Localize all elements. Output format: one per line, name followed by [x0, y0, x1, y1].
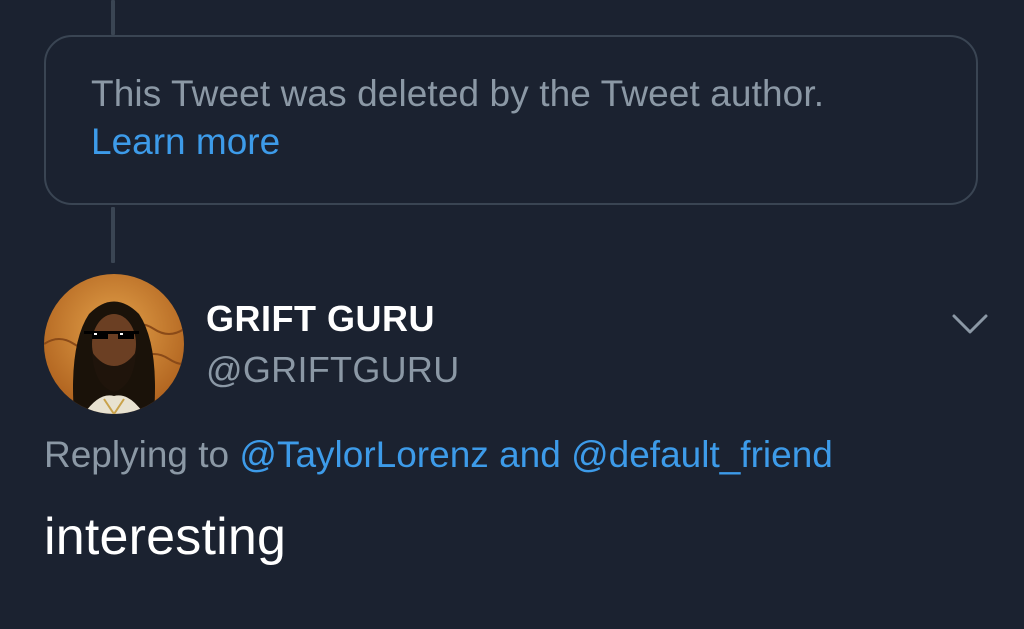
mention-link-taylorlorenz[interactable]: @TaylorLorenz — [239, 434, 488, 475]
display-name[interactable]: GRIFT GURU — [206, 298, 435, 340]
avatar[interactable] — [44, 274, 184, 414]
tweet-text: interesting — [44, 508, 287, 566]
mention-conjunction: and — [499, 434, 561, 475]
chevron-down-icon[interactable] — [948, 310, 992, 338]
replying-to-line: Replying to @TaylorLorenz and @default_f… — [44, 434, 833, 476]
mention-link-default-friend[interactable]: @default_friend — [571, 434, 833, 475]
thread-connector-middle — [111, 207, 115, 263]
deleted-tweet-message: This Tweet was deleted by the Tweet auth… — [91, 73, 825, 114]
replying-prefix: Replying to — [44, 434, 230, 475]
avatar-image — [44, 274, 184, 414]
deleted-tweet-card: This Tweet was deleted by the Tweet auth… — [44, 35, 978, 205]
learn-more-link[interactable]: Learn more — [91, 118, 976, 166]
thread-connector-top — [111, 0, 115, 35]
user-handle[interactable]: @GRIFTGURU — [206, 349, 460, 391]
